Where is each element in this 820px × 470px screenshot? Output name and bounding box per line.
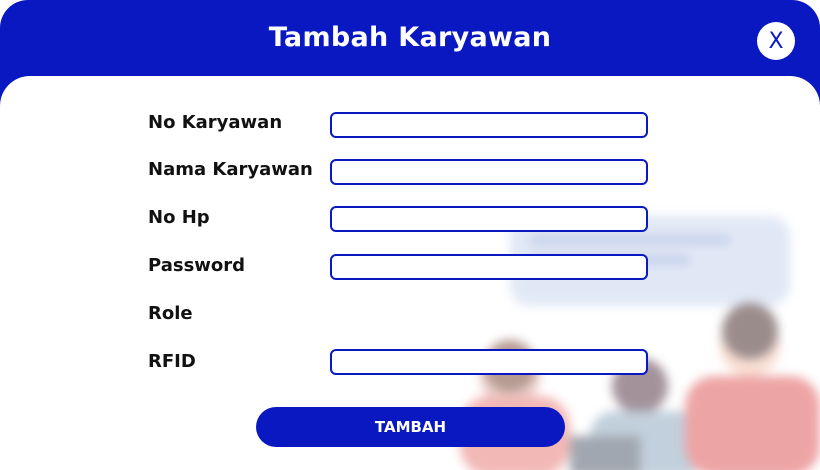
dialog-body: No Karyawan Nama Karyawan No Hp Password…: [0, 76, 820, 470]
close-icon: X: [768, 28, 784, 54]
close-button[interactable]: X: [757, 22, 795, 60]
password-input[interactable]: [330, 254, 648, 280]
no-karyawan-label: No Karyawan: [148, 112, 283, 133]
rfid-input[interactable]: [330, 349, 648, 375]
nama-karyawan-label: Nama Karyawan: [148, 159, 313, 180]
no-karyawan-input[interactable]: [330, 112, 648, 138]
no-hp-input[interactable]: [330, 206, 648, 232]
add-employee-dialog: Tambah Karyawan X No Karyawan Nama Karya…: [0, 0, 820, 470]
password-label: Password: [148, 255, 246, 276]
dialog-title: Tambah Karyawan: [268, 21, 552, 53]
dialog-header: Tambah Karyawan X: [0, 0, 820, 78]
tambah-button[interactable]: TAMBAH: [256, 407, 565, 447]
role-label: Role: [148, 303, 193, 324]
employee-form: No Karyawan Nama Karyawan No Hp Password…: [0, 76, 820, 470]
nama-karyawan-input[interactable]: [330, 159, 648, 185]
rfid-label: RFID: [148, 351, 196, 372]
no-hp-label: No Hp: [148, 207, 210, 228]
